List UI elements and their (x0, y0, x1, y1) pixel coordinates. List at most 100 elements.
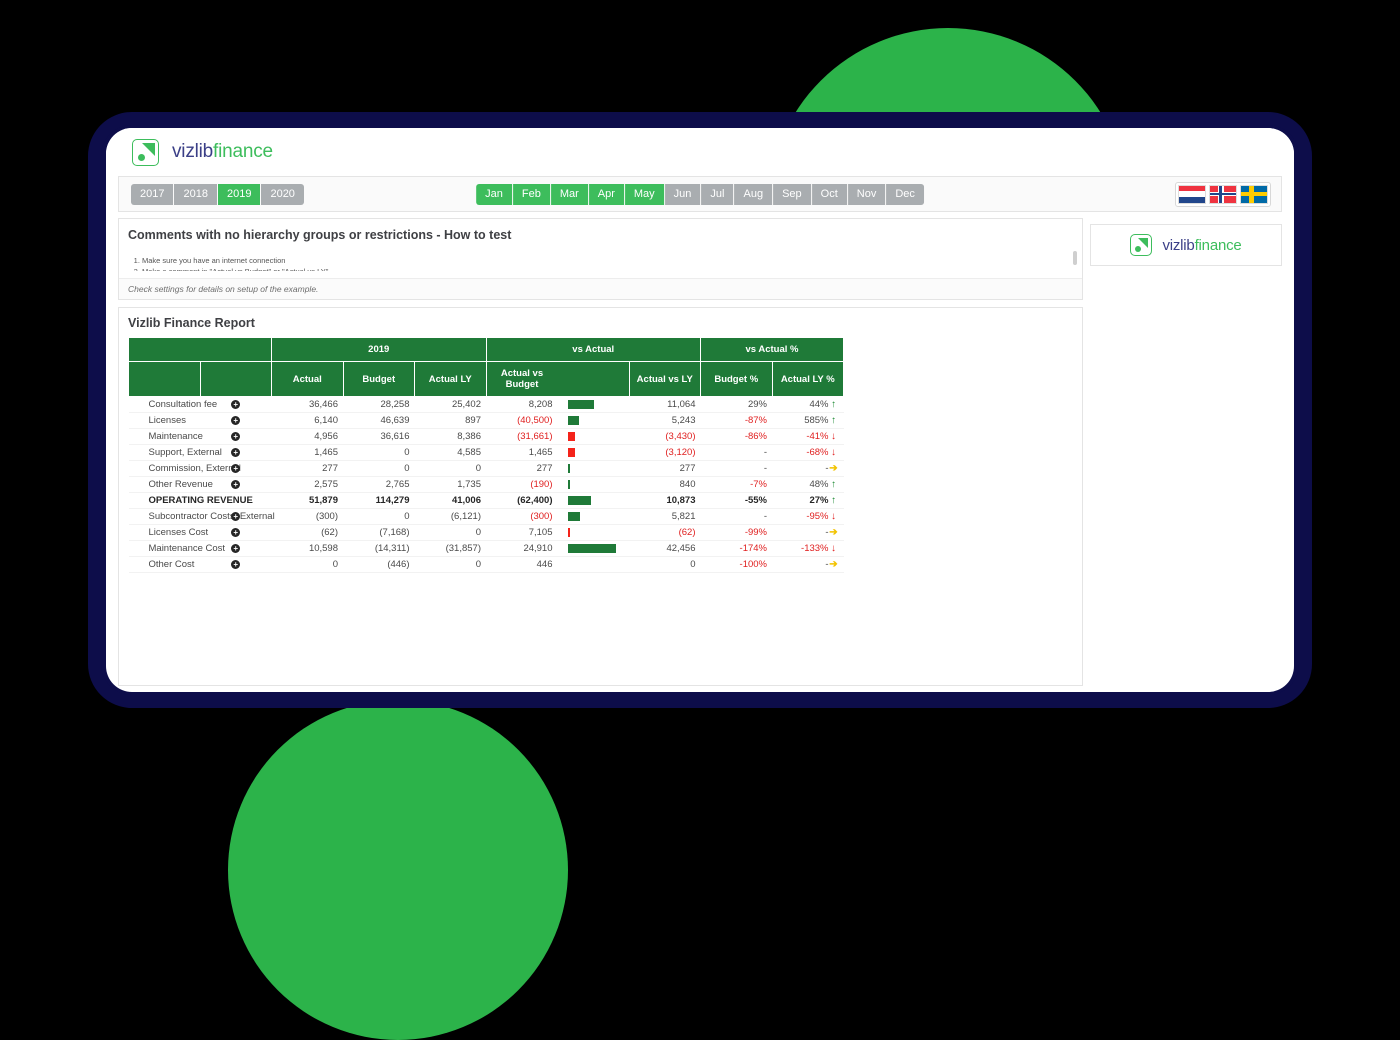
table-column-header-row: Actual Budget Actual LY Actual vs Budget Act… (128, 361, 844, 397)
cell-actual: 277 (271, 460, 343, 477)
cell-actual: 2,575 (271, 476, 343, 493)
column-header-budget-: Budget % (700, 361, 773, 397)
trend-down-icon: ↓ (831, 447, 836, 458)
year-button-2020[interactable]: 2020 (261, 183, 304, 205)
cell-variance-bar (557, 428, 629, 445)
cell-budget: (446) (343, 556, 415, 573)
cell-actual: (300) (271, 508, 343, 525)
cell-actual-vs-ly: 5,821 (629, 508, 701, 525)
month-button-dec[interactable]: Dec (886, 183, 924, 205)
kpi-sidebar: vizlibfinance (1090, 218, 1282, 686)
cell-actual-ly: (6,121) (414, 508, 486, 525)
cell-actual-ly: (31,857) (414, 540, 486, 557)
row-expand-cell[interactable]: + (200, 556, 272, 573)
table-row: Other Revenue +2,575 2,765 1,735 (190) 840 -7%… (128, 476, 844, 493)
expand-plus-icon[interactable]: + (231, 400, 241, 409)
month-button-nov[interactable]: Nov (847, 183, 887, 205)
year-button-2017[interactable]: 2017 (131, 183, 175, 205)
cell-actual-ly-pct: -95% ↓ (772, 508, 844, 525)
cell-actual-ly-pct: -➔ (772, 460, 844, 477)
cell-actual-vs-budget: (190) (486, 476, 558, 493)
table-row: OPERATING REVENUE 51,879 114,279 41,006 (62,… (128, 492, 844, 509)
month-button-mar[interactable]: Mar (550, 183, 589, 205)
comments-footer: Check settings for details on setup of t… (119, 278, 1082, 299)
cell-actual: 1,465 (271, 444, 343, 461)
cell-budget: (14,311) (343, 540, 415, 557)
cell-actual-ly-pct: 48% ↑ (772, 476, 844, 493)
trend-down-icon: ↓ (831, 511, 836, 522)
country-flag-filter[interactable] (1175, 181, 1271, 207)
brand-name-secondary: finance (213, 141, 273, 162)
expand-plus-icon[interactable]: + (231, 416, 241, 425)
cell-actual-vs-budget: 8,208 (486, 396, 558, 413)
row-label: Maintenance Cost (128, 540, 225, 557)
month-button-aug[interactable]: Aug (734, 183, 774, 205)
row-expand-cell[interactable]: + (200, 428, 272, 445)
expand-plus-icon[interactable]: + (231, 544, 241, 553)
norway-flag-icon[interactable] (1209, 184, 1237, 204)
filter-toolbar: 2017 2018 2019 2020 Jan Feb Mar Apr May Jun Jul Au… (118, 176, 1282, 212)
month-button-jul[interactable]: Jul (701, 183, 735, 205)
finance-report-panel: Vizlib Finance Report 2019 vs Actual vs Ac… (118, 307, 1083, 686)
cell-variance-bar (557, 476, 629, 493)
cell-actual-vs-ly: (3,430) (629, 428, 701, 445)
cell-actual-ly-pct: -41% ↓ (772, 428, 844, 445)
column-header-actual: Actual (271, 361, 344, 397)
netherlands-flag-icon[interactable] (1178, 184, 1206, 204)
vizlib-logo-icon (132, 138, 159, 166)
cell-actual-vs-budget: (31,661) (486, 428, 558, 445)
row-expand-cell[interactable]: + (200, 524, 272, 541)
expand-plus-icon[interactable]: + (231, 560, 241, 569)
brand-name-primary: vizlib (1162, 236, 1195, 254)
comments-scrollbar[interactable] (1073, 251, 1077, 265)
expand-plus-icon[interactable]: + (231, 512, 241, 521)
sweden-flag-icon[interactable] (1240, 184, 1268, 204)
row-expand-cell[interactable]: + (200, 412, 272, 429)
finance-table: 2019 vs Actual vs Actual % Actual Budget Act… (128, 337, 844, 573)
table-row: Maintenance Cost +10,598 (14,311) (31,857) 2… (128, 540, 844, 557)
row-label: OPERATING REVENUE (128, 492, 253, 509)
table-row: Commission, External +277 0 0 277 277- -➔ (128, 460, 844, 477)
cell-budget: 36,616 (343, 428, 415, 445)
year-button-2018[interactable]: 2018 (174, 183, 218, 205)
month-button-feb[interactable]: Feb (512, 183, 551, 205)
cell-variance-bar (557, 540, 629, 557)
trend-down-icon: ↓ (831, 431, 836, 442)
table-body: Consultation fee +36,466 28,258 25,402 8,208… (128, 396, 844, 573)
app-screen: vizlibfinance 2017 2018 2019 2020 Jan Feb Mar… (106, 128, 1294, 692)
column-header-actual-vs-ly: Actual vs LY (628, 361, 701, 397)
month-button-may[interactable]: May (624, 183, 665, 205)
year-button-2019[interactable]: 2019 (217, 183, 262, 205)
month-button-jan[interactable]: Jan (476, 183, 513, 205)
cell-actual-ly: 25,402 (414, 396, 486, 413)
row-label: Licenses Cost (128, 524, 208, 541)
cell-actual-ly-pct: -➔ (772, 524, 844, 541)
cell-actual-ly-pct: 585% ↑ (772, 412, 844, 429)
cell-actual-vs-ly: (62) (629, 524, 701, 541)
row-label: Maintenance (128, 428, 203, 445)
expand-plus-icon[interactable]: + (231, 464, 241, 473)
brand-title: vizlibfinance (172, 141, 273, 163)
group-header-vs-actual: vs Actual (485, 337, 701, 362)
month-button-sep[interactable]: Sep (773, 183, 812, 205)
column-header-budget: Budget (342, 361, 415, 397)
cell-variance-bar (557, 460, 629, 477)
expand-plus-icon[interactable]: + (231, 480, 241, 489)
cell-budget-pct: -7% (700, 476, 772, 493)
month-button-oct[interactable]: Oct (811, 183, 848, 205)
row-label: Subcontractor Costs, External (128, 508, 275, 525)
column-header-actual-ly-: Actual LY % (771, 361, 844, 397)
expand-plus-icon[interactable]: + (231, 432, 241, 441)
cell-actual-vs-ly: 11,064 (629, 396, 701, 413)
month-button-jun[interactable]: Jun (664, 183, 702, 205)
year-filter[interactable]: 2017 2018 2019 2020 (131, 183, 304, 205)
cell-actual-vs-budget: 1,465 (486, 444, 558, 461)
expand-plus-icon[interactable]: + (231, 528, 241, 537)
trend-down-icon: ↓ (831, 543, 836, 554)
cell-actual-ly: 8,386 (414, 428, 486, 445)
expand-plus-icon[interactable]: + (231, 448, 241, 457)
table-row: Maintenance +4,956 36,616 8,386 (31,661) (3,4… (128, 428, 844, 445)
table-row: Other Cost +0 (446) 0 446 0 -100% -➔ (128, 556, 844, 573)
month-filter[interactable]: Jan Feb Mar Apr May Jun Jul Aug Sep Oct Nov Dec (476, 183, 924, 205)
month-button-apr[interactable]: Apr (588, 183, 625, 205)
